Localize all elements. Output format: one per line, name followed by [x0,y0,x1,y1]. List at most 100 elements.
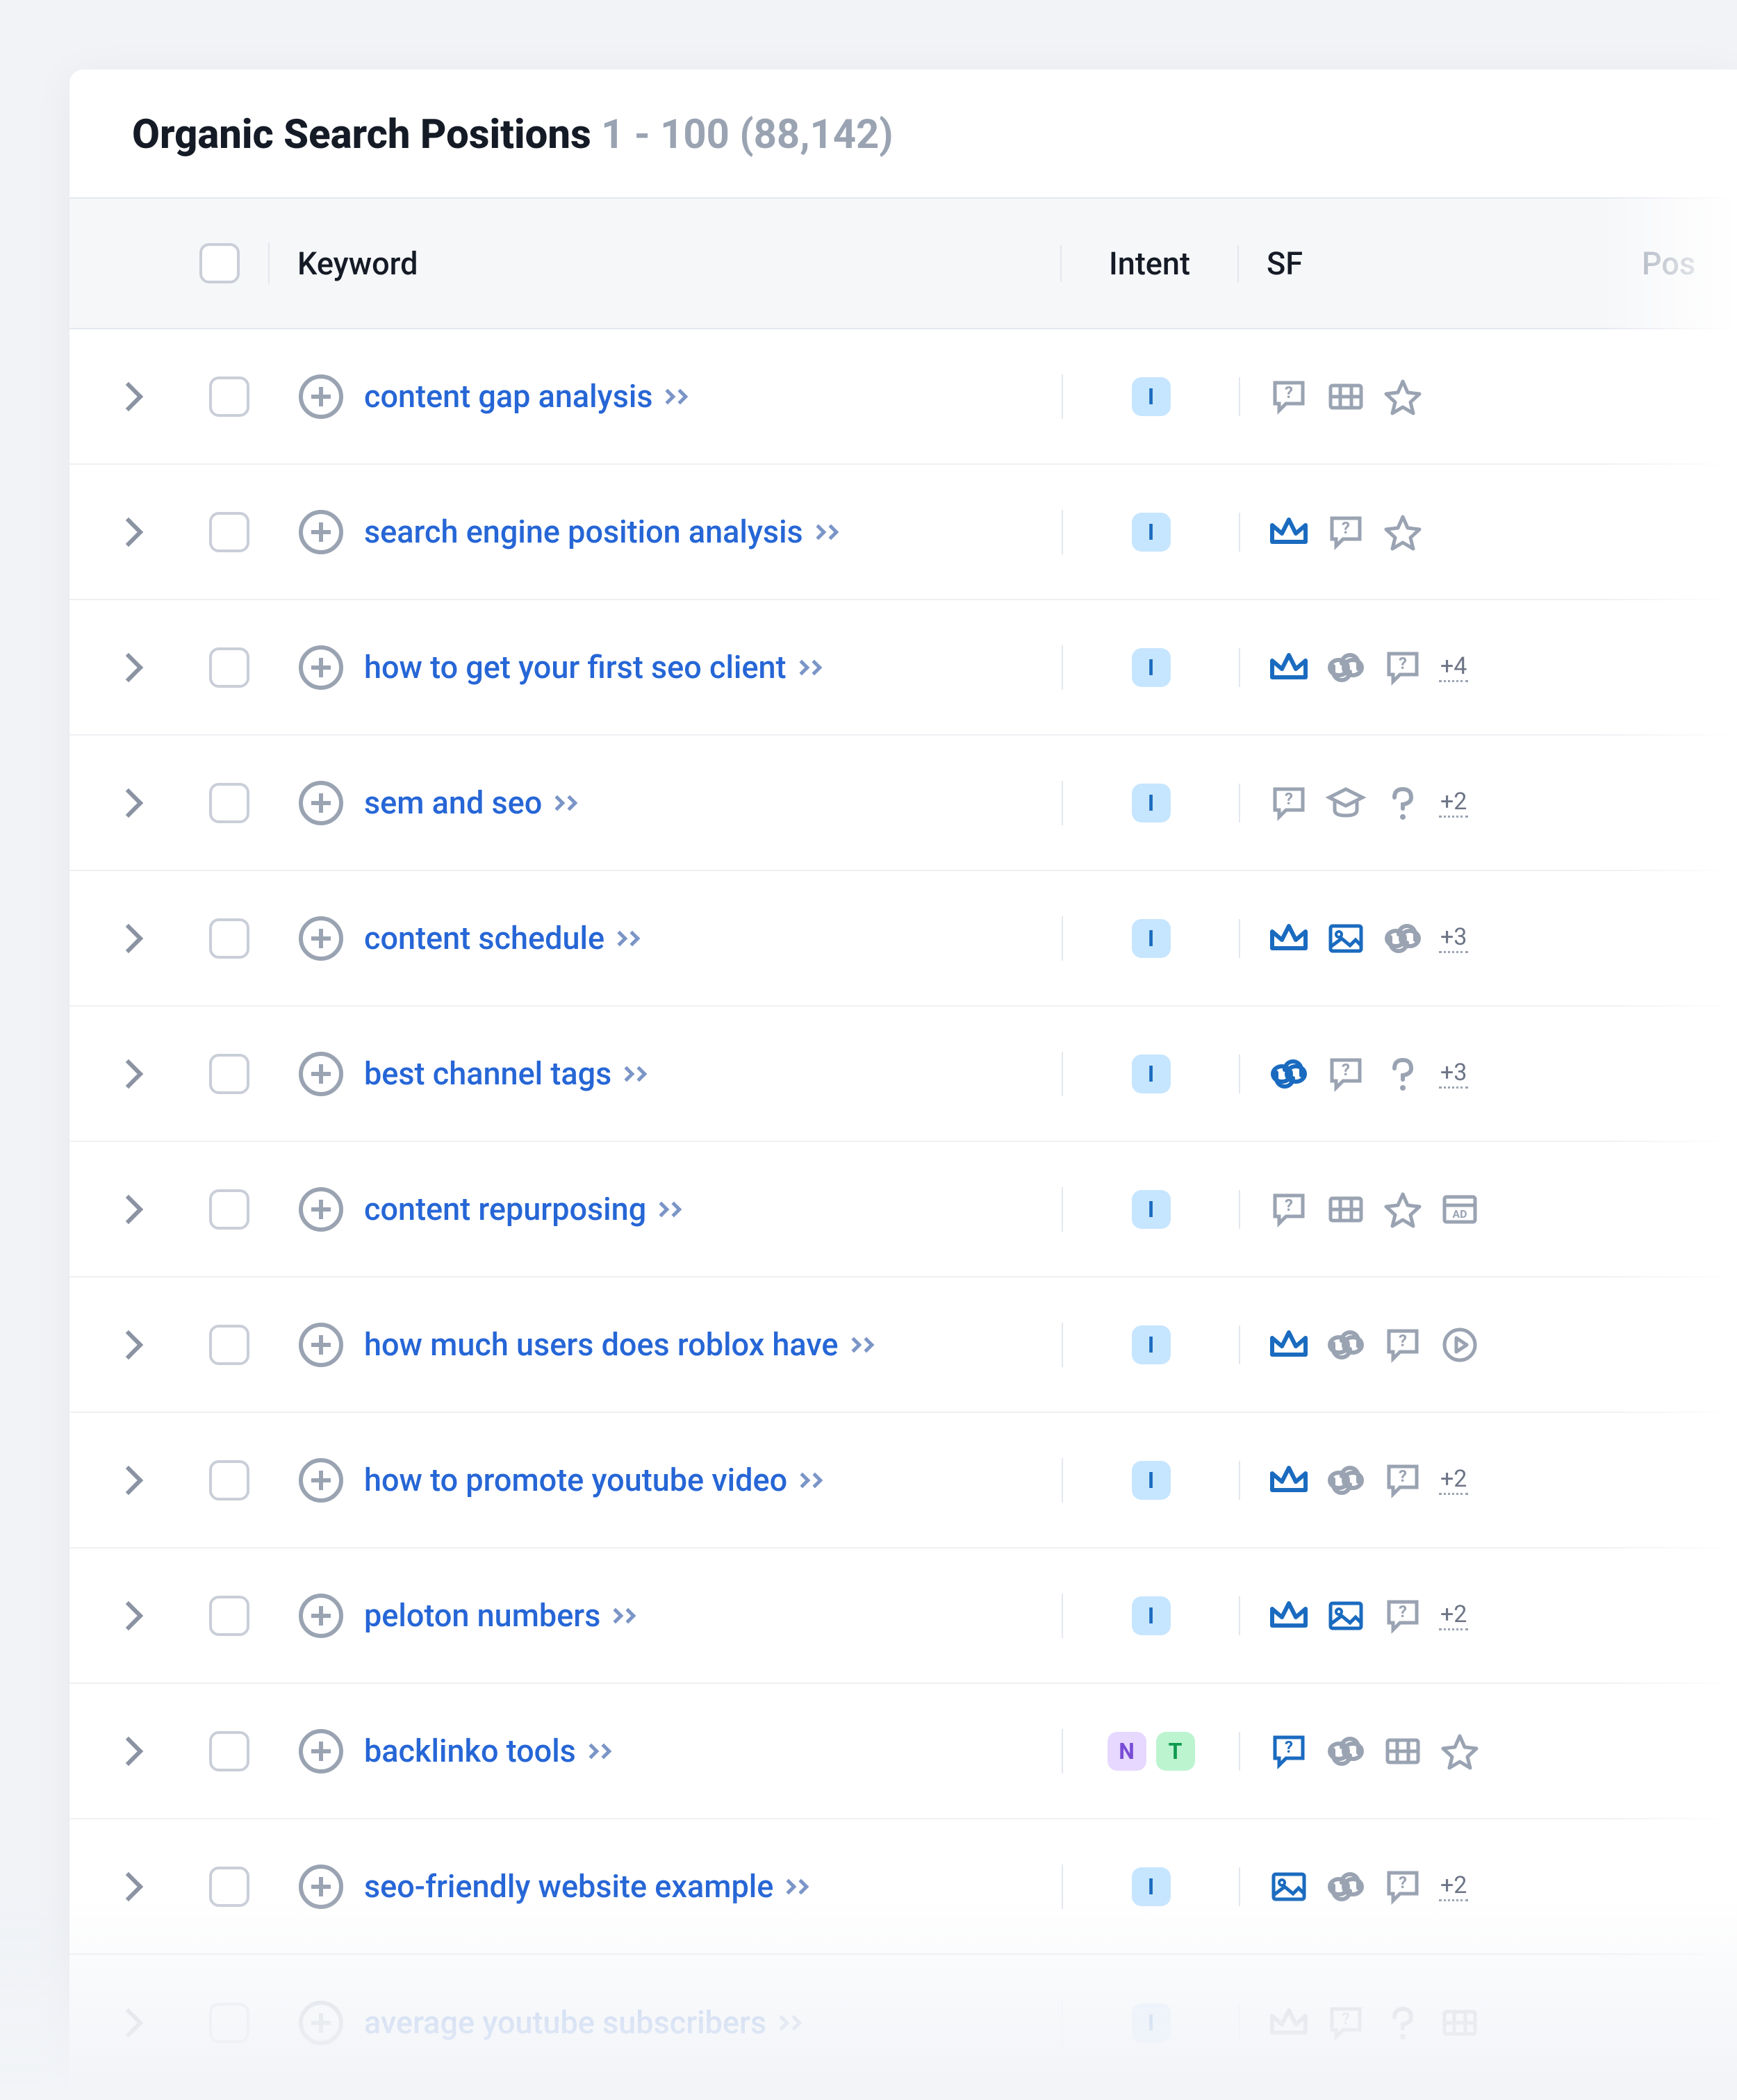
video-icon[interactable] [1382,1730,1424,1772]
ads-icon[interactable] [1439,1189,1481,1230]
row-checkbox[interactable] [209,377,249,417]
question-icon[interactable] [1382,2002,1424,2044]
intent-badge-I[interactable]: I [1132,1596,1171,1635]
intent-badge-I[interactable]: I [1132,1190,1171,1229]
crown-icon[interactable] [1268,1595,1310,1637]
image-icon[interactable] [1268,1866,1310,1908]
header-pos[interactable]: Pos [1600,245,1737,282]
play-icon[interactable] [1439,1324,1481,1366]
add-keyword-icon[interactable] [299,1052,343,1096]
crown-icon[interactable] [1268,1460,1310,1501]
keyword-link[interactable]: content gap analysis [364,378,686,415]
link-icon[interactable] [1325,1866,1367,1908]
sf-more[interactable]: +2 [1439,788,1468,818]
add-keyword-icon[interactable] [299,1594,343,1638]
expand-icon[interactable] [114,1330,143,1359]
keyword-link[interactable]: average youtube subscribers [364,2004,800,2041]
expand-icon[interactable] [114,788,143,817]
add-keyword-icon[interactable] [299,1323,343,1367]
link-icon[interactable] [1325,1324,1367,1366]
intent-badge-I[interactable]: I [1132,648,1171,687]
link-icon[interactable] [1325,1730,1367,1772]
header-sf[interactable]: SF [1239,245,1600,282]
header-keyword[interactable]: Keyword [270,245,1062,282]
row-checkbox[interactable] [209,512,249,552]
row-checkbox[interactable] [209,1731,249,1771]
sf-more[interactable]: +3 [1439,923,1468,953]
keyword-link[interactable]: how much users does roblox have [364,1326,872,1363]
intent-badge-I[interactable]: I [1132,1867,1171,1906]
scholar-icon[interactable] [1325,782,1367,824]
intent-badge-I[interactable]: I [1132,1461,1171,1500]
row-checkbox[interactable] [209,1460,249,1500]
crown-icon[interactable] [1268,511,1310,553]
keyword-link[interactable]: backlinko tools [364,1733,609,1769]
intent-badge-I[interactable]: I [1132,1325,1171,1364]
image-icon[interactable] [1325,1595,1367,1637]
row-checkbox[interactable] [209,1867,249,1907]
link-icon[interactable] [1325,647,1367,688]
row-checkbox[interactable] [209,647,249,688]
expand-icon[interactable] [114,1059,143,1088]
faq-icon[interactable] [1268,1189,1310,1230]
row-checkbox[interactable] [209,1325,249,1365]
select-all-checkbox[interactable] [199,243,240,283]
video-icon[interactable] [1325,376,1367,417]
add-keyword-icon[interactable] [299,2001,343,2045]
star-icon[interactable] [1382,511,1424,553]
keyword-link[interactable]: content repurposing [364,1191,680,1227]
row-checkbox[interactable] [209,1596,249,1636]
row-checkbox[interactable] [209,1054,249,1094]
add-keyword-icon[interactable] [299,916,343,961]
keyword-link[interactable]: peloton numbers [364,1597,634,1634]
faq-icon[interactable] [1382,1460,1424,1501]
faq-icon[interactable] [1325,2002,1367,2044]
add-keyword-icon[interactable] [299,374,343,419]
star-icon[interactable] [1439,1730,1481,1772]
expand-icon[interactable] [114,1601,143,1630]
sf-more[interactable]: +2 [1439,1601,1468,1630]
expand-icon[interactable] [114,1871,143,1901]
crown-icon[interactable] [1268,918,1310,959]
add-keyword-icon[interactable] [299,645,343,690]
intent-badge-I[interactable]: I [1132,784,1171,822]
video-icon[interactable] [1439,2002,1481,2044]
video-icon[interactable] [1325,1189,1367,1230]
intent-badge-I[interactable]: I [1132,1055,1171,1093]
add-keyword-icon[interactable] [299,1187,343,1232]
sf-more[interactable]: +4 [1439,652,1468,682]
add-keyword-icon[interactable] [299,510,343,554]
row-checkbox[interactable] [209,783,249,823]
question-icon[interactable] [1382,782,1424,824]
keyword-link[interactable]: seo-friendly website example [364,1868,807,1905]
sf-more[interactable]: +2 [1439,1871,1468,1901]
expand-icon[interactable] [114,1465,143,1494]
sf-more[interactable]: +3 [1439,1059,1468,1089]
link-icon[interactable] [1382,918,1424,959]
faq-icon[interactable] [1268,1730,1310,1772]
link-icon[interactable] [1268,1053,1310,1095]
question-icon[interactable] [1382,1053,1424,1095]
keyword-link[interactable]: search engine position analysis [364,513,837,550]
expand-icon[interactable] [114,2008,143,2037]
faq-icon[interactable] [1382,647,1424,688]
intent-badge-I[interactable]: I [1132,2003,1171,2042]
add-keyword-icon[interactable] [299,1729,343,1774]
faq-icon[interactable] [1325,1053,1367,1095]
keyword-link[interactable]: content schedule [364,920,638,957]
keyword-link[interactable]: best channel tags [364,1055,645,1092]
intent-badge-N[interactable]: N [1108,1732,1146,1771]
keyword-link[interactable]: sem and seo [364,784,575,821]
row-checkbox[interactable] [209,1189,249,1230]
faq-icon[interactable] [1382,1595,1424,1637]
keyword-link[interactable]: how to get your first seo client [364,649,820,686]
expand-icon[interactable] [114,652,143,681]
row-checkbox[interactable] [209,918,249,959]
crown-icon[interactable] [1268,2002,1310,2044]
keyword-link[interactable]: how to promote youtube video [364,1462,821,1498]
expand-icon[interactable] [114,517,143,546]
expand-icon[interactable] [114,923,143,952]
add-keyword-icon[interactable] [299,1865,343,1909]
expand-icon[interactable] [114,1736,143,1765]
faq-icon[interactable] [1268,782,1310,824]
